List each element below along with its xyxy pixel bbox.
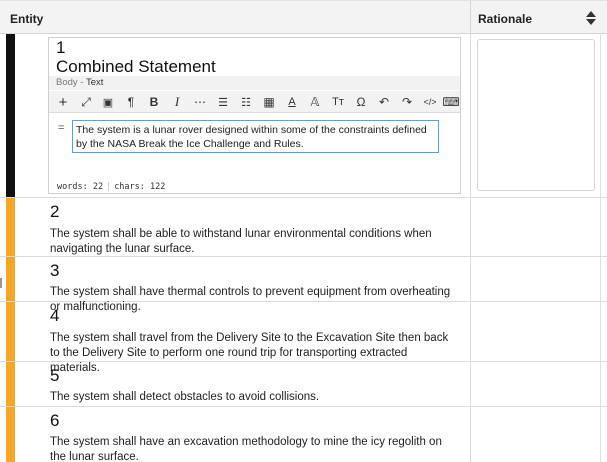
table-row: 2 The system shall be able to withstand …: [0, 198, 607, 257]
row-statement[interactable]: The system shall have an excavation meth…: [50, 435, 460, 462]
fullscreen-icon[interactable]: ⤢: [78, 94, 94, 110]
text-block-input[interactable]: The system is a lunar rover designed wit…: [72, 120, 439, 153]
breadcrumb: Body - Text: [49, 76, 460, 90]
row-indicator-bar: [6, 34, 15, 197]
row-number: 6: [50, 411, 60, 430]
breadcrumb-body[interactable]: Body: [56, 77, 78, 88]
sort-updown-icon[interactable]: [585, 10, 597, 26]
table-row: 4 The system shall travel from the Deliv…: [0, 302, 607, 374]
code-icon[interactable]: </>: [422, 94, 438, 110]
rich-text-editor[interactable]: 1 Combined Statement Body - Text + ⤢ ▣ ¶…: [48, 37, 461, 194]
row-indicator-bar: [6, 302, 15, 361]
column-header-entity[interactable]: Entity: [10, 12, 43, 26]
table-row: 3 The system shall have thermal controls…: [0, 257, 607, 313]
italic-icon[interactable]: I: [169, 94, 185, 110]
row-indicator-bar: [6, 257, 15, 301]
row-number: 3: [50, 261, 60, 280]
word-count: words: 22 | chars: 122: [57, 182, 165, 192]
redo-icon[interactable]: ↷: [399, 94, 415, 110]
column-header-rationale[interactable]: Rationale: [478, 12, 532, 26]
align-icon[interactable]: ☰: [215, 94, 231, 110]
column-divider[interactable]: [470, 1, 471, 35]
rationale-input[interactable]: [477, 39, 595, 191]
counter-separator: |: [106, 182, 112, 192]
breadcrumb-text[interactable]: Text: [86, 77, 103, 88]
words-count: words: 22: [57, 182, 104, 192]
editor-toolbar: + ⤢ ▣ ¶ B I ⋯ ☰ ☷ ▦ A 𝔸 Tт Ω ↶ ↷ </> ⌨: [49, 91, 460, 113]
list-icon[interactable]: ☷: [238, 94, 254, 110]
row-number: 5: [50, 366, 60, 385]
table-icon[interactable]: ▦: [261, 94, 277, 110]
bold-icon[interactable]: B: [146, 94, 162, 110]
table-row: 5 The system shall detect obstacles to a…: [0, 362, 607, 407]
keyboard-icon[interactable]: ⌨: [442, 94, 459, 110]
paragraph-icon[interactable]: ¶: [123, 94, 139, 110]
drag-handle-icon[interactable]: =: [58, 122, 64, 134]
row-statement[interactable]: The system shall detect obstacles to avo…: [50, 390, 460, 405]
row-statement[interactable]: The system shall be able to withstand lu…: [50, 227, 460, 257]
comment-icon[interactable]: ▣: [100, 94, 116, 110]
row-indicator-bar: [6, 198, 15, 256]
special-char-icon[interactable]: Ω: [353, 94, 369, 110]
font-style-icon[interactable]: 𝔸: [307, 94, 323, 110]
resize-handle[interactable]: [0, 278, 2, 288]
row-indicator-bar: [6, 362, 15, 406]
breadcrumb-separator: -: [77, 77, 86, 88]
row-number: 4: [50, 306, 60, 325]
row-number: 2: [50, 202, 60, 221]
undo-icon[interactable]: ↶: [376, 94, 392, 110]
table-header: Entity Rationale: [0, 0, 607, 35]
entity-title[interactable]: Combined Statement: [56, 57, 216, 77]
font-color-icon[interactable]: A: [284, 94, 300, 110]
text-size-icon[interactable]: Tт: [330, 94, 346, 110]
chars-count: chars: 122: [114, 182, 166, 192]
entity-number: 1: [56, 38, 66, 57]
table-row: 6 The system shall have an excavation me…: [0, 407, 607, 462]
more-icon[interactable]: ⋯: [192, 94, 208, 110]
row-indicator-bar: [6, 407, 15, 462]
add-icon[interactable]: +: [55, 94, 71, 111]
